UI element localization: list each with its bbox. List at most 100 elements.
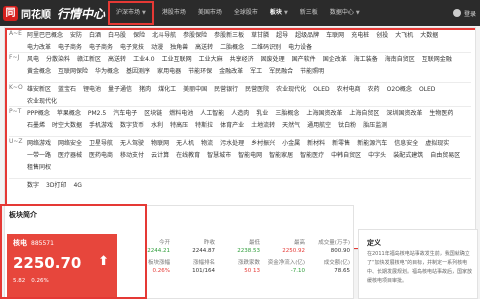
sector-tag[interactable]: 区块链 xyxy=(144,108,162,120)
sector-tag[interactable]: 中韩自贸区 xyxy=(331,150,361,162)
sector-tag[interactable]: 网络安全 xyxy=(58,138,82,150)
sector-tag[interactable]: 手机游戏 xyxy=(89,120,113,132)
sector-tag[interactable]: 草甘膦 xyxy=(251,30,269,42)
sector-tag[interactable]: 智慧城市 xyxy=(207,150,231,162)
sector-tag[interactable]: 特高压 xyxy=(170,120,188,132)
sector-tag[interactable]: 云计算 xyxy=(151,150,169,162)
sector-tag[interactable]: 4G xyxy=(73,180,81,192)
sector-tag[interactable]: 胎压监测 xyxy=(363,120,387,132)
sector-tag[interactable]: OLED xyxy=(419,84,435,96)
sector-tag[interactable]: 大数据 xyxy=(420,30,438,42)
nav-item-6[interactable]: 数据中心 ▼ xyxy=(324,0,366,26)
sector-tag[interactable]: 互联网金融 xyxy=(422,54,452,66)
sector-tag[interactable]: 土地流转 xyxy=(251,120,275,132)
sector-tag[interactable]: 国企改革 xyxy=(323,54,347,66)
sector-tag[interactable]: 苹果概念 xyxy=(57,108,81,120)
sector-tag[interactable]: 燃料电池 xyxy=(169,108,193,120)
sector-tag[interactable]: 民营医院 xyxy=(245,84,269,96)
sector-tag[interactable]: OLED xyxy=(313,84,329,96)
sector-tag[interactable]: 石墨烯 xyxy=(27,120,45,132)
sector-tag[interactable]: 分散染料 xyxy=(46,54,70,66)
sector-tag[interactable]: 家用电器 xyxy=(157,66,181,78)
nav-item-2[interactable]: 美国市场 xyxy=(192,0,228,26)
sector-tag[interactable]: 医药电商 xyxy=(89,150,113,162)
sector-tag[interactable]: 3D打印 xyxy=(46,180,66,192)
sector-tag[interactable]: 充电桩 xyxy=(351,30,369,42)
sector-tag[interactable]: 乡村振兴 xyxy=(251,138,275,150)
sector-tag[interactable]: 物流 xyxy=(201,138,213,150)
sector-tag[interactable]: 新材料 xyxy=(307,138,325,150)
sector-tag[interactable]: 保险 xyxy=(133,30,145,42)
sector-tag[interactable]: 共享经济 xyxy=(230,54,254,66)
sector-tag[interactable]: 人造肉 xyxy=(231,108,249,120)
sector-tag[interactable]: 安防 xyxy=(70,30,82,42)
sector-tag[interactable]: 锂电池 xyxy=(83,84,101,96)
sector-tag[interactable]: 煤化工 xyxy=(158,84,176,96)
sector-tag[interactable]: 超级品牌 xyxy=(295,30,319,42)
sector-tag[interactable]: 基因测序 xyxy=(126,66,150,78)
sector-tag[interactable]: O2O概念 xyxy=(387,84,412,96)
sector-tag[interactable]: 上海国资改革 xyxy=(306,108,342,120)
sector-tag[interactable]: 军民融合 xyxy=(269,66,293,78)
sector-tag[interactable]: 赣江新区 xyxy=(77,54,101,66)
nav-item-1[interactable]: 港股市场 xyxy=(156,0,192,26)
sector-tag[interactable]: 工业4.0 xyxy=(133,54,155,66)
sector-tag[interactable]: 虚拟现实 xyxy=(425,138,449,150)
sector-tag[interactable]: 高送转 xyxy=(108,54,126,66)
sector-tag[interactable]: PPP概念 xyxy=(27,108,50,120)
sector-tag[interactable]: 参股新三板 xyxy=(214,30,244,42)
sector-tag[interactable]: 民营银行 xyxy=(214,84,238,96)
sector-tag[interactable]: 中字头 xyxy=(368,150,386,162)
sector-tag[interactable]: 白马股 xyxy=(108,30,126,42)
sector-tag[interactable]: 智能医疗 xyxy=(300,150,324,162)
nav-item-5[interactable]: 新三板 xyxy=(294,0,324,26)
sector-tag[interactable]: 污水处理 xyxy=(220,138,244,150)
sector-tag[interactable]: 农业现代化 xyxy=(276,84,306,96)
sector-tag[interactable]: 在线教育 xyxy=(176,150,200,162)
sector-tag[interactable]: 节能环保 xyxy=(188,66,212,78)
sector-tag[interactable]: 租售同权 xyxy=(27,162,51,174)
sector-tag[interactable]: 钛白粉 xyxy=(338,120,356,132)
sector-tag[interactable]: 新零售 xyxy=(332,138,350,150)
sector-tag[interactable]: 深圳国资改革 xyxy=(386,108,422,120)
sector-tag[interactable]: 物联网 xyxy=(151,138,169,150)
sector-tag[interactable]: 工业大麻 xyxy=(199,54,223,66)
sector-tag[interactable]: 互联网保险 xyxy=(58,66,88,78)
sector-tag[interactable]: 大飞机 xyxy=(395,30,413,42)
sector-tag[interactable]: 一带一路 xyxy=(27,150,51,162)
nav-item-3[interactable]: 全球股市 xyxy=(228,0,264,26)
sector-tag[interactable]: 军工 xyxy=(250,66,262,78)
nav-item-4[interactable]: 板块 ▼ xyxy=(264,0,294,26)
sector-tag[interactable]: 无人机 xyxy=(176,138,194,150)
sector-tag[interactable]: 超导 xyxy=(276,30,288,42)
sector-tag[interactable]: 体育产业 xyxy=(220,120,244,132)
sector-tag[interactable]: 美丽中国 xyxy=(183,84,207,96)
sector-tag[interactable]: 量子通信 xyxy=(108,84,132,96)
login-link[interactable]: 登录 xyxy=(452,0,476,26)
sector-tag[interactable]: 华为概念 xyxy=(95,66,119,78)
sector-tag[interactable]: 卫星导航 xyxy=(89,138,113,150)
sector-tag[interactable]: 生物医药 xyxy=(429,108,453,120)
sector-tag[interactable]: 人工智能 xyxy=(200,108,224,120)
sector-tag[interactable]: 海工装备 xyxy=(354,54,378,66)
sector-tag[interactable]: 金融改革 xyxy=(219,66,243,78)
sector-tag[interactable]: 特斯拉 xyxy=(195,120,213,132)
sector-tag[interactable]: 移动支付 xyxy=(120,150,144,162)
sector-tag[interactable]: PM2.5 xyxy=(88,108,106,120)
sector-tag[interactable]: 阿里巴巴概念 xyxy=(27,30,63,42)
sector-tag[interactable]: 三胎概念 xyxy=(275,108,299,120)
sector-tag[interactable]: 通用航空 xyxy=(307,120,331,132)
sector-tag[interactable]: 蓝宝石 xyxy=(58,84,76,96)
sector-tag[interactable]: 猪肉 xyxy=(139,84,151,96)
sector-tag[interactable]: 参股保险 xyxy=(183,30,207,42)
sector-tag[interactable]: 创投 xyxy=(376,30,388,42)
sector-tag[interactable]: 上海自贸区 xyxy=(349,108,379,120)
sector-tag[interactable]: 医疗器械 xyxy=(58,150,82,162)
sector-tag[interactable]: 小金属 xyxy=(282,138,300,150)
sector-tag[interactable]: 农药 xyxy=(368,84,380,96)
sector-tag[interactable]: 雄安新区 xyxy=(27,84,51,96)
sector-tag[interactable]: 信息安全 xyxy=(394,138,418,150)
sector-tag[interactable]: 装配式建筑 xyxy=(393,150,423,162)
sector-tag[interactable]: 工业互联网 xyxy=(162,54,192,66)
sector-tag[interactable]: 农村电商 xyxy=(337,84,361,96)
